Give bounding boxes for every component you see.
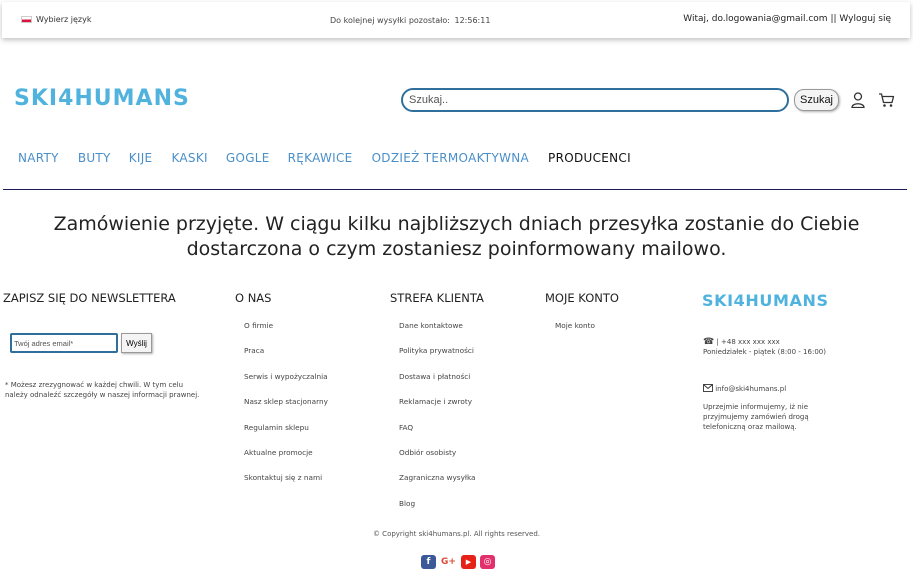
about-title: O NAS — [235, 291, 272, 305]
footer-link[interactable]: Dostawa i płatności — [399, 372, 476, 397]
phone-icon: ☎ — [703, 337, 715, 347]
greeting-text: Witaj, do.logowania@gmail.com — [683, 14, 828, 24]
footer-link[interactable]: O firmie — [244, 321, 328, 346]
footer-logo: SKI4HUMANS — [702, 291, 829, 310]
newsletter-email-input[interactable] — [10, 333, 118, 353]
top-bar: Wybierz język Do kolejnej wysyłki pozost… — [2, 2, 910, 38]
phone-contact: ☎ | +48 xxx xxx xxx Poniedziałek - piąte… — [703, 337, 826, 357]
shipping-timer: 12:56:11 — [454, 16, 491, 25]
footer-link[interactable]: Odbiór osobisty — [399, 448, 476, 473]
footer-link[interactable]: Reklamacje i zwroty — [399, 397, 476, 422]
nav-item-kaski[interactable]: KASKI — [171, 151, 207, 165]
search-button[interactable]: Szukaj — [794, 89, 839, 111]
footer-link[interactable]: FAQ — [399, 423, 476, 448]
footer-link[interactable]: Serwis i wypożyczalnia — [244, 372, 328, 397]
user-bar: Witaj, do.logowania@gmail.com || Wyloguj… — [683, 14, 891, 24]
nav-item-gogle[interactable]: GOGLE — [226, 151, 270, 165]
nav-item-odziez-termoaktywna[interactable]: ODZIEŻ TERMOAKTYWNA — [372, 151, 529, 165]
google-plus-icon[interactable]: G+ — [440, 555, 457, 569]
nav-item-kije[interactable]: KIJE — [129, 151, 153, 165]
order-confirmation-message: Zamówienie przyjęte. W ciągu kilku najbl… — [53, 213, 860, 260]
footer-link[interactable]: Regulamin sklepu — [244, 423, 328, 448]
contact-email[interactable]: info@ski4humans.pl — [715, 385, 786, 393]
cart-icon[interactable] — [878, 92, 895, 112]
nav-divider — [3, 189, 907, 190]
site-logo[interactable]: SKI4HUMANS — [14, 86, 190, 111]
client-zone-links: Dane kontaktowe Polityka prywatności Dos… — [399, 321, 476, 524]
logout-link[interactable]: Wyloguj się — [839, 14, 891, 24]
shipping-text: Do kolejnej wysyłki pozostało: — [330, 16, 450, 25]
contact-info: Uprzejmie informujemy, iż nie przyjmujem… — [703, 403, 809, 431]
newsletter-send-button[interactable]: Wyślij — [121, 333, 152, 353]
footer-link[interactable]: Polityka prywatności — [399, 346, 476, 371]
about-links: O firmie Praca Serwis i wypożyczalnia Na… — [244, 321, 328, 499]
newsletter-note: * Możesz zrezygnować w każdej chwili. W … — [5, 381, 200, 399]
main-nav: NARTY BUTY KIJE KASKI GOGLE RĘKAWICE ODZ… — [18, 151, 631, 165]
separator: || — [830, 14, 837, 24]
instagram-icon[interactable]: ◎ — [480, 555, 495, 569]
footer-link[interactable]: Blog — [399, 499, 476, 524]
poland-flag-icon — [21, 16, 32, 23]
shipping-countdown: Do kolejnej wysyłki pozostało: 12:56:11 — [330, 16, 490, 25]
footer-link[interactable]: Praca — [244, 346, 328, 371]
youtube-icon[interactable]: ▶ — [461, 555, 476, 569]
facebook-icon[interactable]: f — [421, 555, 436, 569]
language-selector[interactable]: Wybierz język — [21, 15, 91, 24]
newsletter-title: ZAPISZ SIĘ DO NEWSLETTERA — [3, 291, 176, 305]
nav-item-buty[interactable]: BUTY — [78, 151, 111, 165]
nav-item-narty[interactable]: NARTY — [18, 151, 59, 165]
footer-link[interactable]: Nasz sklep stacjonarny — [244, 397, 328, 422]
account-links: Moje konto — [555, 321, 595, 346]
mail-icon — [703, 384, 715, 393]
account-title: MOJE KONTO — [545, 291, 619, 305]
language-label: Wybierz język — [36, 15, 92, 24]
social-icons: f G+ ▶ ◎ — [421, 555, 495, 569]
footer-link[interactable]: Aktualne promocje — [244, 448, 328, 473]
nav-item-rekawice[interactable]: RĘKAWICE — [288, 151, 353, 165]
nav-item-producenci[interactable]: PRODUCENCI — [548, 151, 631, 165]
phone-number: | +48 xxx xxx xxx — [716, 338, 780, 346]
email-contact: info@ski4humans.pl — [703, 384, 786, 394]
user-icon[interactable] — [851, 92, 865, 112]
footer-link[interactable]: Moje konto — [555, 321, 595, 346]
search-input[interactable] — [401, 88, 789, 112]
client-zone-title: STREFA KLIENTA — [390, 291, 484, 305]
footer-link[interactable]: Skontaktuj się z nami — [244, 473, 328, 498]
opening-hours: Poniedziałek - piątek (8:00 - 16:00) — [703, 348, 826, 356]
copyright: © Copyright ski4humans.pl. All rights re… — [372, 530, 541, 538]
footer-link[interactable]: Zagraniczna wysyłka — [399, 473, 476, 498]
footer-link[interactable]: Dane kontaktowe — [399, 321, 476, 346]
